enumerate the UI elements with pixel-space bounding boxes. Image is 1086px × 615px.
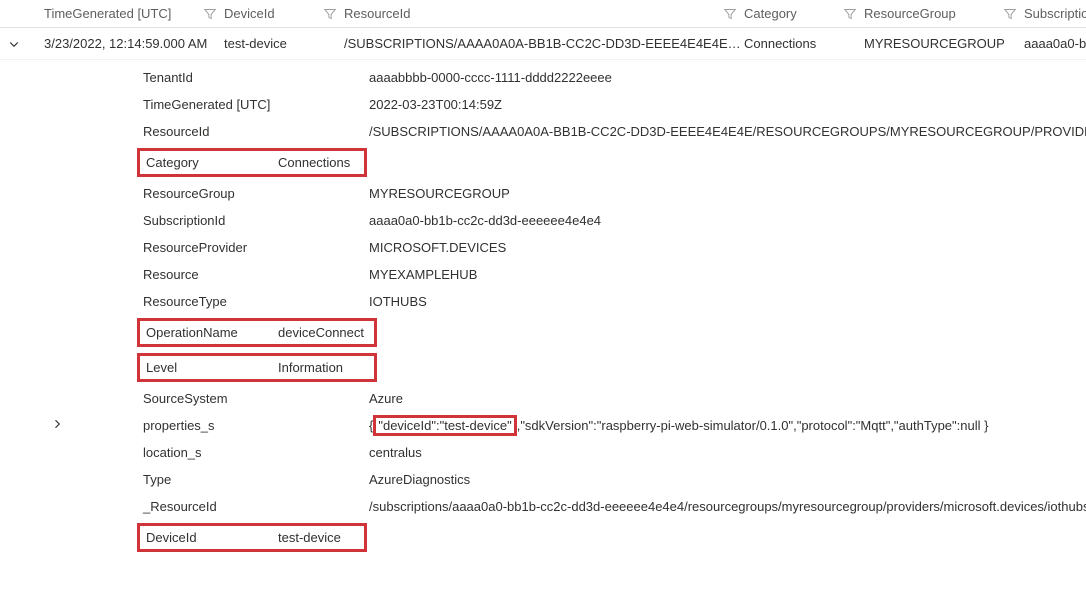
detail-label: Category xyxy=(146,155,278,170)
detail-row-highlighted: DeviceId test-device xyxy=(0,520,1086,555)
column-header-label: ResourceId xyxy=(344,6,414,21)
column-header-label: Category xyxy=(744,6,801,21)
cell-resource-id: /SUBSCRIPTIONS/AAAA0A0A-BB1B-CC2C-DD3D-E… xyxy=(344,36,744,51)
detail-label: location_s xyxy=(143,445,202,460)
detail-row-highlighted: Category Connections xyxy=(0,145,1086,180)
detail-label: TimeGenerated [UTC] xyxy=(143,97,270,112)
detail-label: Type xyxy=(143,472,171,487)
detail-label: DeviceId xyxy=(146,530,278,545)
highlighted-text: "deviceId":"test-device" xyxy=(373,415,516,436)
detail-label: SubscriptionId xyxy=(143,213,225,228)
detail-label: ResourceProvider xyxy=(143,240,247,255)
detail-label: ResourceType xyxy=(143,294,227,309)
detail-row: ResourceId /SUBSCRIPTIONS/AAAA0A0A-BB1B-… xyxy=(0,118,1086,145)
detail-label: ResourceGroup xyxy=(143,186,235,201)
filter-icon[interactable] xyxy=(204,8,216,20)
cell-subscription: aaaa0a0-bb1 xyxy=(1024,36,1086,51)
detail-label: _ResourceId xyxy=(143,499,217,514)
filter-icon[interactable] xyxy=(724,8,736,20)
detail-row-highlighted: OperationName deviceConnect xyxy=(0,315,1086,350)
detail-value: aaaabbbb-0000-cccc-1111-dddd2222eeee xyxy=(353,70,1078,85)
column-header-category[interactable]: Category xyxy=(744,6,864,21)
detail-value: /subscriptions/aaaa0a0-bb1b-cc2c-dd3d-ee… xyxy=(353,499,1086,514)
detail-label: TenantId xyxy=(143,70,193,85)
detail-row: TimeGenerated [UTC] 2022-03-23T00:14:59Z xyxy=(0,91,1086,118)
detail-row: location_s centralus xyxy=(0,439,1086,466)
detail-label: SourceSystem xyxy=(143,391,228,406)
detail-value: AzureDiagnostics xyxy=(353,472,1078,487)
cell-device-id: test-device xyxy=(224,36,344,51)
column-header-time-generated[interactable]: TimeGenerated [UTC] xyxy=(44,6,224,21)
detail-row: Resource MYEXAMPLEHUB xyxy=(0,261,1086,288)
detail-value: Information xyxy=(278,360,343,375)
detail-label: Resource xyxy=(143,267,199,282)
detail-row: Type AzureDiagnostics xyxy=(0,466,1086,493)
chevron-right-icon[interactable] xyxy=(51,418,63,430)
detail-value: /SUBSCRIPTIONS/AAAA0A0A-BB1B-CC2C-DD3D-E… xyxy=(353,124,1086,139)
detail-row: TenantId aaaabbbb-0000-cccc-1111-dddd222… xyxy=(0,64,1086,91)
detail-value: IOTHUBS xyxy=(353,294,1078,309)
column-header-resource-id[interactable]: ResourceId xyxy=(344,6,744,21)
detail-row: properties_s {"deviceId":"test-device","… xyxy=(0,412,1086,439)
detail-value: {"deviceId":"test-device","sdkVersion":"… xyxy=(353,418,1078,433)
column-header-label: SubscriptionI xyxy=(1024,6,1086,21)
detail-value: centralus xyxy=(353,445,1078,460)
column-header-resource-group[interactable]: ResourceGroup xyxy=(864,6,1024,21)
filter-icon[interactable] xyxy=(324,8,336,20)
column-header-label: TimeGenerated [UTC] xyxy=(44,6,175,21)
chevron-down-icon[interactable] xyxy=(8,38,20,50)
cell-time-generated: 3/23/2022, 12:14:59.000 AM xyxy=(44,36,224,51)
detail-label: Level xyxy=(146,360,278,375)
detail-row: _ResourceId /subscriptions/aaaa0a0-bb1b-… xyxy=(0,493,1086,520)
detail-value: MICROSOFT.DEVICES xyxy=(353,240,1078,255)
detail-value: deviceConnect xyxy=(278,325,364,340)
detail-panel: TenantId aaaabbbb-0000-cccc-1111-dddd222… xyxy=(0,60,1086,559)
detail-value: Azure xyxy=(353,391,1078,406)
filter-icon[interactable] xyxy=(1004,8,1016,20)
column-header-label: DeviceId xyxy=(224,6,279,21)
detail-row: ResourceType IOTHUBS xyxy=(0,288,1086,315)
detail-value: test-device xyxy=(278,530,341,545)
detail-value: Connections xyxy=(278,155,350,170)
detail-row: ResourceGroup MYRESOURCEGROUP xyxy=(0,180,1086,207)
filter-icon[interactable] xyxy=(844,8,856,20)
detail-value: 2022-03-23T00:14:59Z xyxy=(353,97,1078,112)
detail-row: SourceSystem Azure xyxy=(0,385,1086,412)
detail-label: OperationName xyxy=(146,325,278,340)
detail-label: properties_s xyxy=(143,418,215,433)
detail-value: aaaa0a0-bb1b-cc2c-dd3d-eeeeee4e4e4 xyxy=(353,213,1078,228)
cell-category: Connections xyxy=(744,36,864,51)
cell-resource-group: MYRESOURCEGROUP xyxy=(864,36,1024,51)
table-row[interactable]: 3/23/2022, 12:14:59.000 AM test-device /… xyxy=(0,28,1086,60)
column-header-device-id[interactable]: DeviceId xyxy=(224,6,344,21)
column-header-label: ResourceGroup xyxy=(864,6,960,21)
table-header: TimeGenerated [UTC] DeviceId ResourceId … xyxy=(0,0,1086,28)
detail-label: ResourceId xyxy=(143,124,209,139)
detail-row: SubscriptionId aaaa0a0-bb1b-cc2c-dd3d-ee… xyxy=(0,207,1086,234)
detail-value: MYEXAMPLEHUB xyxy=(353,267,1078,282)
column-header-subscription[interactable]: SubscriptionI xyxy=(1024,6,1086,21)
detail-row-highlighted: Level Information xyxy=(0,350,1086,385)
detail-row: ResourceProvider MICROSOFT.DEVICES xyxy=(0,234,1086,261)
detail-value: MYRESOURCEGROUP xyxy=(353,186,1078,201)
